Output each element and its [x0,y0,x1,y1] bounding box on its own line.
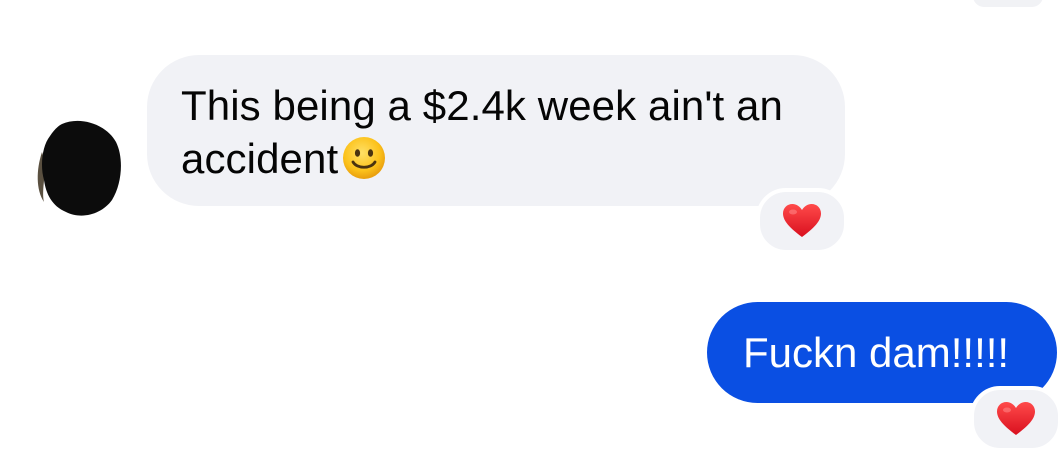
smile-emoji-icon [343,137,386,179]
heart-icon [783,204,821,237]
redacted-avatar-icon [37,120,121,216]
outgoing-message-text: Fuckn dam!!!!! [743,329,1010,376]
previous-reaction-pill[interactable] [970,0,1046,10]
heart-icon [997,402,1035,435]
incoming-message-bubble[interactable]: This being a $2.4k week ain't an acciden… [147,55,845,206]
contact-avatar[interactable] [32,118,122,218]
incoming-message-reaction[interactable] [756,188,848,254]
incoming-message-text: This being a $2.4k week ain't an acciden… [181,82,783,182]
outgoing-message-reaction[interactable] [970,386,1062,452]
chat-screen: This being a $2.4k week ain't an acciden… [0,0,1064,457]
